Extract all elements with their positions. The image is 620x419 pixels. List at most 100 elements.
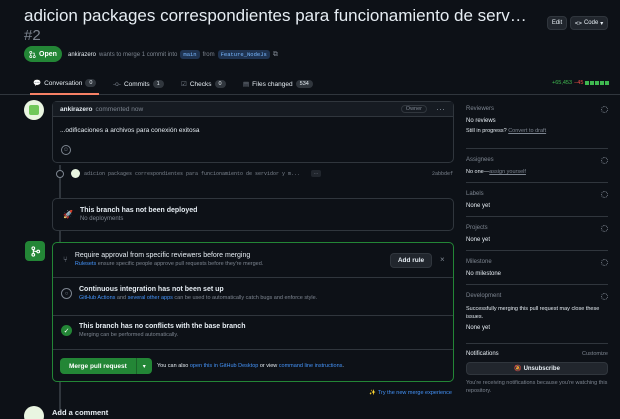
base-branch[interactable]: main bbox=[180, 50, 200, 59]
code-button[interactable]: <> Code ▾ bbox=[570, 16, 608, 30]
from-text: from bbox=[202, 51, 215, 58]
additions: +65,453 bbox=[552, 80, 573, 86]
noconf-title: This branch has no conflicts with the ba… bbox=[79, 323, 246, 330]
assignees-heading[interactable]: Assignees bbox=[466, 157, 608, 163]
comment-time: commented now bbox=[95, 105, 144, 113]
ruleset-icon: ⑂ bbox=[63, 255, 68, 264]
assign-yourself-link[interactable]: assign yourself bbox=[489, 169, 526, 175]
author-link[interactable]: ankirazero bbox=[68, 52, 96, 58]
add-rule-button[interactable]: Add rule bbox=[390, 253, 432, 268]
smiley-icon[interactable]: ☺ bbox=[61, 145, 71, 155]
projects-heading[interactable]: Projects bbox=[466, 225, 608, 231]
labels-heading[interactable]: Labels bbox=[466, 191, 608, 197]
commit-icon: -o- bbox=[113, 80, 121, 88]
pr-tabs: 💬 Conversation 0 -o- Commits 1 ☑ Checks … bbox=[0, 73, 620, 95]
unsubscribe-button[interactable]: 🔕 Unsubscribe bbox=[466, 362, 608, 375]
gear-icon[interactable] bbox=[601, 191, 608, 198]
tab-count: 534 bbox=[295, 80, 313, 88]
gear-icon[interactable] bbox=[601, 259, 608, 266]
milestone-heading[interactable]: Milestone bbox=[466, 259, 608, 265]
owner-badge: Owner bbox=[400, 105, 427, 113]
tab-commits[interactable]: -o- Commits 1 bbox=[113, 73, 164, 95]
tab-checks[interactable]: ☑ Checks 0 bbox=[181, 73, 226, 95]
deploy-title: This branch has not been deployed bbox=[79, 207, 198, 214]
tab-label: Commits bbox=[123, 80, 150, 88]
ci-and: and bbox=[116, 295, 127, 301]
reviewers-heading[interactable]: Reviewers bbox=[466, 106, 608, 112]
unsubscribe-label: Unsubscribe bbox=[523, 365, 560, 372]
comment-author[interactable]: ankirazero bbox=[60, 106, 93, 113]
comment-body: ...odificaciones a archivos para conexió… bbox=[60, 127, 200, 134]
approval-title: Require approval from specific reviewers… bbox=[74, 252, 251, 259]
gear-icon[interactable] bbox=[601, 106, 608, 113]
meta-text: wants to merge 1 commit into bbox=[99, 51, 178, 58]
deploy-sub: No deployments bbox=[79, 216, 124, 222]
tab-conversation[interactable]: 💬 Conversation 0 bbox=[30, 73, 100, 95]
pr-number: #2 bbox=[24, 27, 41, 44]
tab-count: 1 bbox=[152, 80, 164, 88]
development-value: Successfully merging this pull request m… bbox=[466, 306, 600, 320]
sparkle-icon: ✨ bbox=[369, 390, 376, 396]
ci-section: ○ Continuous integration has not been se… bbox=[61, 286, 317, 301]
tab-label: Files changed bbox=[252, 80, 293, 88]
gear-icon[interactable] bbox=[601, 293, 608, 300]
commit-expand-button[interactable]: … bbox=[311, 170, 321, 177]
close-icon[interactable]: × bbox=[440, 255, 445, 264]
pr-meta: ankirazero wants to merge 1 commit into … bbox=[68, 50, 278, 59]
merge-box: ⑂ Require approval from specific reviewe… bbox=[52, 242, 454, 382]
sidebar-milestone: Milestone No milestone bbox=[466, 259, 608, 281]
tab-files-changed[interactable]: ▤ Files changed 534 bbox=[243, 73, 313, 95]
sidebar-projects: Projects None yet bbox=[466, 225, 608, 247]
merge-dropdown-icon[interactable]: ▾ bbox=[135, 358, 152, 374]
merge-button-group: Merge pull request ▾ bbox=[60, 358, 152, 374]
convert-draft-link[interactable]: Convert to draft bbox=[508, 128, 546, 134]
commit-message[interactable]: adicion packages correspondientes para f… bbox=[84, 171, 300, 177]
copy-icon[interactable]: ⧉ bbox=[273, 51, 278, 59]
check-icon: ✓ bbox=[61, 325, 72, 336]
customize-link[interactable]: Customize bbox=[582, 351, 608, 357]
gear-icon[interactable] bbox=[601, 157, 608, 164]
edit-label: Edit bbox=[551, 20, 563, 26]
conversation-icon: 💬 bbox=[33, 80, 42, 87]
development-heading[interactable]: Development bbox=[466, 293, 608, 299]
other-apps-link[interactable]: several other apps bbox=[128, 295, 173, 301]
gear-icon[interactable] bbox=[601, 225, 608, 232]
code-label: Code bbox=[583, 20, 599, 26]
diffstat-bar bbox=[585, 81, 610, 85]
notifications-note: You're receiving notifications because y… bbox=[466, 380, 608, 394]
avatar[interactable] bbox=[24, 100, 44, 120]
avatar[interactable] bbox=[24, 406, 44, 419]
development-value2: None yet bbox=[466, 325, 491, 331]
diffstat: +65,453 −45 bbox=[552, 80, 610, 86]
deletions: −45 bbox=[574, 80, 584, 86]
code-icon: <> bbox=[574, 19, 582, 27]
labels-value: None yet bbox=[466, 203, 491, 209]
rulesets-link[interactable]: Rulesets bbox=[75, 261, 96, 267]
commit-avatar bbox=[71, 169, 80, 178]
pr-title: adicion packages correspondientes para f… bbox=[24, 6, 529, 25]
head-branch[interactable]: Feature_NodeJs bbox=[217, 50, 270, 59]
commit-sha[interactable]: 2abbdef bbox=[432, 171, 453, 177]
kebab-menu-icon[interactable]: ··· bbox=[436, 104, 445, 114]
checklist-icon: ☑ bbox=[181, 81, 187, 88]
merge-pull-request-button[interactable]: Merge pull request bbox=[60, 358, 136, 374]
noconf-sub: Merging can be performed automatically. bbox=[79, 332, 179, 338]
merge-icon bbox=[25, 241, 45, 261]
also-mid: or view bbox=[259, 363, 278, 369]
comment-card: ankirazero commented now Owner ··· ...od… bbox=[52, 101, 454, 163]
milestone-value: No milestone bbox=[466, 271, 502, 277]
command-line-link[interactable]: command line instructions bbox=[279, 363, 343, 369]
github-desktop-link[interactable]: open this in GitHub Desktop bbox=[190, 363, 258, 369]
commit-node-icon bbox=[56, 170, 64, 178]
try-new-label: Try the new merge experience bbox=[377, 390, 452, 396]
try-new-merge[interactable]: ✨ Try the new merge experience bbox=[369, 390, 452, 396]
edit-button[interactable]: Edit bbox=[547, 16, 567, 30]
sidebar-notifications: Notifications Customize 🔕 Unsubscribe Yo… bbox=[466, 351, 608, 395]
ci-title: Continuous integration has not been set … bbox=[79, 286, 224, 293]
github-actions-link[interactable]: GitHub Actions bbox=[79, 295, 115, 301]
no-conflicts-section: ✓ This branch has no conflicts with the … bbox=[61, 323, 245, 338]
sidebar-reviewers: Reviewers No reviews Still in progress? … bbox=[466, 106, 608, 144]
status-badge: Open bbox=[24, 46, 62, 62]
ci-sub: can be used to automatically catch bugs … bbox=[174, 295, 318, 301]
also-text: You can also open this in GitHub Desktop… bbox=[157, 363, 344, 369]
